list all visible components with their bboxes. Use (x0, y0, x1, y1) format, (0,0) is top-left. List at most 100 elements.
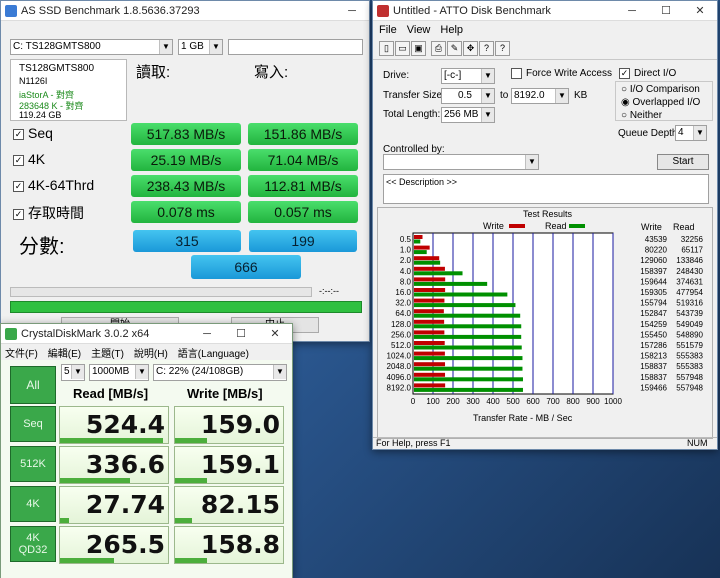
score-label: 分數: (19, 236, 65, 258)
help-icon[interactable]: ? (495, 41, 510, 56)
size-select[interactable]: 1000MB ▼ (89, 364, 149, 381)
category-label: 1.0 (400, 246, 412, 255)
as-ssd-row-seq[interactable]: ✓ Seq (13, 125, 53, 141)
check-icon[interactable]: ✓ (619, 68, 630, 79)
queue-depth-select[interactable]: 4 ▼ (675, 125, 707, 141)
maximize-icon[interactable]: ☐ (224, 324, 258, 344)
radio-icon[interactable]: ○ (621, 110, 630, 121)
transfer-from-select[interactable]: 0.5 ▼ (441, 88, 495, 104)
as-ssd-row-4k64[interactable]: ✓ 4K-64Thrd (13, 177, 94, 193)
x-tick-label: 400 (486, 397, 500, 406)
chevron-down-icon[interactable]: ▼ (135, 365, 148, 379)
legend-write-swatch (509, 224, 525, 228)
chevron-down-icon[interactable]: ▼ (481, 89, 494, 103)
write-bar (414, 298, 445, 303)
write-bar-2 (175, 518, 193, 523)
cdm-titlebar[interactable]: CrystalDiskMark 3.0.2 x64 ─ ☐ ✕ (1, 324, 292, 344)
print-icon[interactable]: ⎙ (431, 41, 446, 56)
chevron-down-icon[interactable]: ▼ (555, 89, 568, 103)
chevron-down-icon[interactable]: ▼ (159, 40, 172, 54)
info-icon[interactable]: ? (479, 41, 494, 56)
menu-help[interactable]: Help (440, 24, 463, 36)
menu-theme[interactable]: 主題(T) (91, 349, 124, 360)
chevron-down-icon[interactable]: ▼ (693, 126, 706, 140)
cdm-window: CrystalDiskMark 3.0.2 x64 ─ ☐ ✕ 文件(F) 編輯(… (0, 323, 293, 578)
as-ssd-drive-select[interactable]: C: TS128GMTS800 ▼ (10, 39, 173, 55)
as-ssd-app-icon (5, 4, 17, 17)
chevron-down-icon[interactable]: ▼ (71, 365, 84, 379)
overlapped-io-radio[interactable]: ◉ Overlapped I/O (621, 97, 700, 108)
menu-view[interactable]: View (407, 24, 431, 36)
as-ssd-titlebar[interactable]: AS SSD Benchmark 1.8.5636.37293 ─ (1, 1, 369, 21)
write-header: Write [MB/s] (187, 386, 263, 401)
test-button-3[interactable]: 4K QD32 (10, 526, 56, 562)
close-icon[interactable]: ✕ (258, 324, 292, 344)
menu-edit[interactable]: 編輯(E) (48, 349, 81, 360)
chevron-down-icon[interactable]: ▼ (273, 365, 286, 379)
maximize-icon[interactable]: ☐ (649, 1, 683, 21)
total-length-select[interactable]: 256 MB ▼ (441, 107, 495, 123)
check-icon[interactable]: ✓ (13, 208, 24, 220)
as-ssd-row-4k[interactable]: ✓ 4K (13, 151, 45, 167)
category-label: 8192.0 (387, 383, 412, 392)
x-tick-label: 1000 (604, 397, 622, 406)
x-tick-label: 500 (506, 397, 520, 406)
new-icon[interactable]: ▯ (379, 41, 394, 56)
controlled-by-select[interactable]: ▼ (383, 154, 539, 170)
chevron-down-icon[interactable]: ▼ (481, 69, 494, 83)
all-button[interactable]: All (10, 366, 56, 404)
menu-file[interactable]: 文件(F) (5, 349, 38, 360)
read-bar-2 (60, 518, 69, 523)
check-icon[interactable]: ✓ (13, 154, 24, 166)
open-icon[interactable]: ▭ (395, 41, 410, 56)
read-bar (414, 250, 427, 255)
write-value-1: 159.1 (174, 446, 284, 484)
transfer-to-select[interactable]: 8192.0 ▼ (511, 88, 569, 104)
checkbox-icon[interactable] (511, 68, 522, 79)
radio-icon[interactable]: ○ (621, 84, 630, 95)
menu-help[interactable]: 說明(H) (134, 349, 168, 360)
check-icon[interactable]: ✓ (13, 128, 24, 140)
read-value: 557948 (676, 383, 703, 392)
description-box[interactable]: << Description >> (383, 174, 709, 204)
runs-select[interactable]: 5 ▼ (61, 364, 85, 381)
edit-icon[interactable]: ✎ (447, 41, 462, 56)
chevron-down-icon[interactable]: ▼ (209, 40, 222, 54)
test-button-1[interactable]: 512K (10, 446, 56, 482)
as-ssd-blank-field[interactable] (228, 39, 363, 55)
test-button-2[interactable]: 4K (10, 486, 56, 522)
as-ssd-size-select[interactable]: 1 GB ▼ (178, 39, 223, 55)
minimize-icon[interactable]: ─ (190, 324, 224, 344)
write-value: 80220 (645, 246, 668, 255)
move-icon[interactable]: ✥ (463, 41, 478, 56)
test-button-0[interactable]: Seq (10, 406, 56, 442)
read-value: 65117 (681, 246, 703, 255)
radio-selected-icon[interactable]: ◉ (621, 97, 633, 108)
atto-start-button[interactable]: Start (657, 154, 709, 170)
as-ssd-row-access[interactable]: ✓ 存取時間 (13, 203, 84, 223)
drive-select[interactable]: C: 22% (24/108GB) ▼ (153, 364, 287, 381)
minimize-icon[interactable]: ─ (335, 1, 369, 21)
access-read-value: 0.078 ms (131, 201, 241, 223)
menu-file[interactable]: File (379, 24, 397, 36)
chevron-down-icon[interactable]: ▼ (481, 108, 494, 122)
check-icon[interactable]: ✓ (13, 180, 24, 192)
category-label: 4096.0 (387, 373, 412, 382)
atto-drive-select[interactable]: [-c-] ▼ (441, 68, 495, 84)
menu-language[interactable]: 語言(Language) (178, 349, 249, 360)
atto-titlebar[interactable]: Untitled - ATTO Disk Benchmark ─ ☐ ✕ (373, 1, 717, 21)
access-write-value: 0.057 ms (248, 201, 358, 223)
io-comparison-radio[interactable]: ○ I/O Comparison (621, 84, 700, 95)
save-icon[interactable]: ▣ (411, 41, 426, 56)
write-bar (414, 351, 445, 356)
atto-window: Untitled - ATTO Disk Benchmark ─ ☐ ✕ Fil… (372, 0, 718, 450)
neither-radio[interactable]: ○ Neither (621, 110, 662, 121)
minimize-icon[interactable]: ─ (615, 1, 649, 21)
close-icon[interactable]: ✕ (683, 1, 717, 21)
read-bar (414, 345, 522, 350)
legend-read-swatch (569, 224, 585, 228)
total-length-label: Total Length: (383, 109, 441, 120)
direct-io-checkbox[interactable]: ✓ Direct I/O (619, 68, 676, 79)
force-write-checkbox[interactable]: Force Write Access (511, 68, 612, 79)
chevron-down-icon[interactable]: ▼ (525, 155, 538, 169)
